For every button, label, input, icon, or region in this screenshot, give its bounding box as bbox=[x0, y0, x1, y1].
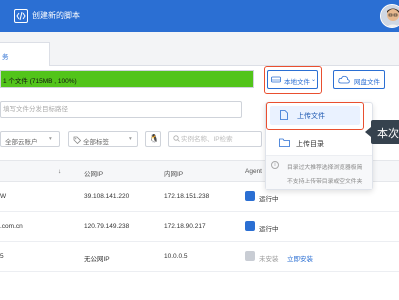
instance-name: W bbox=[0, 193, 7, 200]
folder-icon bbox=[279, 138, 290, 149]
upload-directory-label: 上传目录 bbox=[296, 141, 324, 148]
upload-note-line1: 目录过大推荐选择浏览器极简 bbox=[287, 165, 363, 171]
upload-note: i 目录过大推荐选择浏览器极简 不支持上传带目录或空文件夹 bbox=[266, 155, 372, 189]
upload-progress-text: 1 个文件 (715MB , 100%) bbox=[3, 78, 77, 85]
install-now-link[interactable]: 立即安装 bbox=[287, 253, 313, 263]
chevron-down-icon: ▾ bbox=[49, 136, 52, 142]
cloud-icon bbox=[338, 75, 350, 86]
instance-name: 5 bbox=[0, 253, 4, 260]
upload-progress-bar: 1 个文件 (715MB , 100%) bbox=[0, 70, 254, 88]
tab-bar: 务 bbox=[0, 32, 399, 66]
annotation-callout: 本次 bbox=[365, 120, 399, 144]
target-path-input[interactable] bbox=[3, 104, 239, 115]
tab-task-label: 务 bbox=[2, 54, 9, 61]
linux-filter-button[interactable]: 🐧 bbox=[145, 131, 161, 147]
local-file-label: 本地文件 bbox=[284, 79, 310, 86]
tag-select[interactable]: 全部标签 ▾ bbox=[68, 131, 138, 147]
chevron-down-icon: ▾ bbox=[129, 136, 132, 142]
target-path-field bbox=[0, 101, 242, 118]
private-ip: 172.18.151.238 bbox=[164, 193, 210, 200]
agent-status: 运行中 bbox=[259, 196, 279, 203]
agent-not-installed-icon bbox=[245, 251, 255, 261]
search-icon bbox=[173, 135, 180, 144]
cloud-file-label: 网盘文件 bbox=[354, 79, 380, 86]
annotation-text: 本次 bbox=[377, 128, 399, 140]
tab-task[interactable]: 务 bbox=[0, 42, 50, 66]
linux-icon: 🐧 bbox=[149, 134, 159, 143]
script-logo-icon bbox=[14, 9, 28, 23]
column-private-ip: 内网IP bbox=[164, 171, 184, 178]
cloud-account-label: 全部云账户 bbox=[5, 139, 38, 146]
instance-search-field bbox=[168, 131, 262, 147]
local-file-button-highlight: 本地文件 ⌄ bbox=[264, 66, 322, 94]
app-header: 创建新的脚本 bbox=[0, 0, 399, 32]
public-ip: 39.108.141.220 bbox=[84, 193, 130, 200]
local-file-dropdown: 上传文件 上传目录 i 目录过大推荐选择浏览器极简 不支持上传带目录或空文件夹 bbox=[265, 102, 373, 190]
tag-icon bbox=[73, 136, 82, 146]
agent-running-icon bbox=[245, 191, 255, 201]
tag-label: 全部标签 bbox=[83, 139, 109, 146]
file-icon bbox=[280, 110, 288, 122]
public-ip: 120.79.149.238 bbox=[84, 223, 130, 230]
upload-directory-item[interactable]: 上传目录 bbox=[269, 133, 359, 153]
agent-status: 运行中 bbox=[259, 226, 279, 233]
column-public-ip: 公网IP bbox=[84, 171, 104, 178]
sort-arrow-icon[interactable]: ↓ bbox=[58, 168, 61, 175]
table-row[interactable]: 5 无公网IP 10.0.0.5 未安装 立即安装 bbox=[0, 242, 399, 272]
drive-icon bbox=[271, 75, 281, 85]
private-ip: 10.0.0.5 bbox=[164, 253, 188, 260]
table-row[interactable]: .com.cn 120.79.149.238 172.18.90.217 运行中 bbox=[0, 212, 399, 242]
agent-status: 未安装 bbox=[259, 256, 279, 263]
upload-file-label: 上传文件 bbox=[297, 113, 325, 120]
upload-note-line2: 不支持上传带目录或空文件夹 bbox=[287, 179, 363, 185]
instance-name: .com.cn bbox=[0, 223, 23, 230]
local-file-button[interactable]: 本地文件 ⌄ bbox=[267, 70, 318, 89]
public-ip: 无公网IP bbox=[84, 256, 110, 263]
instance-search-input[interactable] bbox=[181, 134, 259, 144]
page-title: 创建新的脚本 bbox=[32, 11, 80, 20]
column-agent: Agent bbox=[245, 168, 262, 175]
chevron-down-icon: ⌄ bbox=[311, 77, 317, 83]
private-ip: 172.18.90.217 bbox=[164, 223, 206, 230]
user-avatar[interactable] bbox=[380, 4, 399, 28]
cloud-file-button[interactable]: 网盘文件 bbox=[333, 70, 385, 89]
cloud-account-select[interactable]: 全部云账户 ▾ bbox=[0, 131, 60, 147]
agent-running-icon bbox=[245, 221, 255, 231]
info-icon: i bbox=[271, 161, 279, 169]
upload-file-item[interactable]: 上传文件 bbox=[266, 102, 364, 130]
